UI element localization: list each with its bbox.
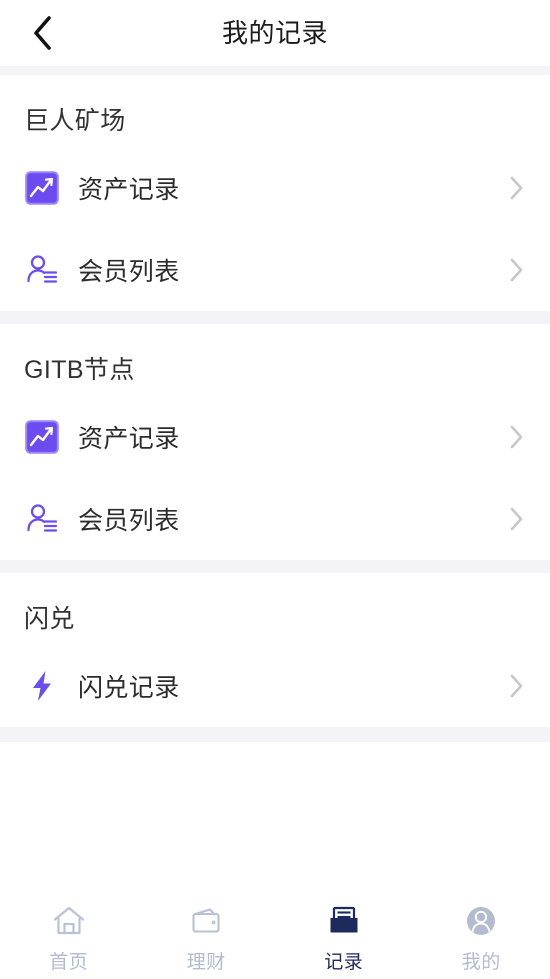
- back-button[interactable]: [14, 0, 70, 66]
- empty-space: [0, 742, 550, 890]
- section-divider-band: [0, 311, 550, 324]
- row-member-list[interactable]: 会员列表: [0, 229, 550, 311]
- tab-label: 记录: [324, 952, 364, 973]
- bottom-tab-bar: 首页 理财 记录 我的: [0, 890, 550, 979]
- row-label: 资产记录: [78, 176, 180, 204]
- chevron-right-icon: [506, 425, 528, 449]
- lightning-bolt-icon: [24, 668, 60, 704]
- home-icon: [51, 902, 87, 940]
- chevron-left-icon: [31, 15, 53, 51]
- row-label: 资产记录: [78, 425, 180, 453]
- app-screen: 我的记录 巨人矿场 资产记录 会员列表 GITB节点 资产记录 会员列表 闪兑 …: [0, 0, 550, 979]
- section-giant-mine: 巨人矿场 资产记录 会员列表: [0, 75, 550, 311]
- chart-trend-icon: [24, 170, 60, 206]
- tab-label: 首页: [49, 952, 89, 973]
- section-divider-band: [0, 560, 550, 573]
- chevron-right-icon: [506, 258, 528, 282]
- section-flash-exchange: 闪兑 闪兑记录: [0, 573, 550, 727]
- chevron-right-icon: [506, 176, 528, 200]
- tab-label: 我的: [461, 952, 501, 973]
- bottom-divider-band: [0, 727, 550, 742]
- row-asset-record[interactable]: 资产记录: [0, 396, 550, 478]
- tab-records[interactable]: 记录: [275, 902, 413, 974]
- page-title: 我的记录: [221, 18, 328, 48]
- chevron-right-icon: [506, 507, 528, 531]
- tab-profile[interactable]: 我的: [413, 902, 550, 974]
- profile-avatar-icon: [463, 902, 499, 940]
- tab-label: 理财: [186, 952, 226, 973]
- wallet-icon: [188, 902, 224, 940]
- row-flash-exchange-record[interactable]: 闪兑记录: [0, 645, 550, 727]
- member-list-icon: [24, 501, 60, 537]
- row-asset-record[interactable]: 资产记录: [0, 147, 550, 229]
- header-divider-band: [0, 66, 550, 75]
- member-list-icon: [24, 252, 60, 288]
- section-title: 闪兑: [24, 605, 75, 633]
- section-title: 巨人矿场: [24, 107, 126, 135]
- page-header: 我的记录: [0, 0, 550, 66]
- row-label: 闪兑记录: [78, 674, 180, 702]
- row-label: 会员列表: [78, 507, 180, 535]
- records-tray-icon: [326, 902, 362, 940]
- section-gitb-node: GITB节点 资产记录 会员列表: [0, 324, 550, 560]
- section-title: GITB节点: [24, 356, 135, 384]
- row-member-list[interactable]: 会员列表: [0, 478, 550, 560]
- chart-trend-icon: [24, 419, 60, 455]
- tab-home[interactable]: 首页: [0, 902, 138, 974]
- row-label: 会员列表: [78, 258, 180, 286]
- tab-finance[interactable]: 理财: [138, 902, 276, 974]
- chevron-right-icon: [506, 674, 528, 698]
